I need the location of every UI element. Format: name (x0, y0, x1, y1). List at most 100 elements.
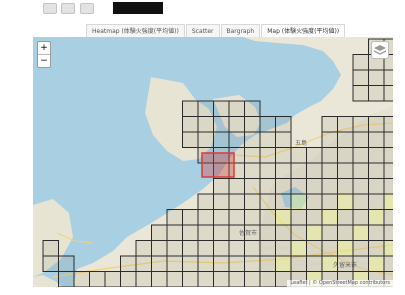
grid-cell[interactable] (275, 193, 292, 210)
grid-cell[interactable] (151, 255, 168, 272)
tab-heatmap[interactable]: Heatmap (体験火強度(平均値)) (86, 24, 185, 37)
grid-cell[interactable] (383, 85, 393, 102)
grid-cell[interactable] (368, 178, 385, 195)
grid-cell[interactable] (182, 224, 199, 241)
grid-cell[interactable] (337, 240, 354, 257)
grid-cell[interactable] (120, 271, 137, 288)
grid-cell[interactable] (228, 193, 245, 210)
grid-cell[interactable] (213, 209, 230, 226)
grid-cell[interactable] (182, 116, 199, 133)
grid-cell[interactable] (166, 240, 183, 257)
grid-cell[interactable] (244, 209, 261, 226)
grid-cell[interactable] (151, 240, 168, 257)
grid-cell[interactable] (306, 240, 323, 257)
grid-cell[interactable] (166, 255, 183, 272)
grid-cell[interactable] (352, 240, 369, 257)
grid-cell[interactable] (368, 162, 385, 179)
grid-cell[interactable] (383, 131, 393, 148)
grid-cell[interactable] (337, 131, 354, 148)
map-canvas[interactable]: 五島 佐賀市 久留米市 (33, 37, 393, 287)
grid-cell[interactable] (383, 162, 393, 179)
grid-cell[interactable] (197, 193, 214, 210)
grid-cell[interactable] (73, 271, 90, 288)
grid-cell[interactable] (368, 116, 385, 133)
grid-cell[interactable] (135, 271, 152, 288)
grid-cell[interactable] (275, 147, 292, 164)
grid-cell[interactable] (275, 162, 292, 179)
grid-cell[interactable] (213, 271, 230, 288)
grid-cell[interactable] (383, 193, 393, 210)
grid-cell[interactable] (182, 100, 199, 117)
grid-cell[interactable] (182, 240, 199, 257)
grid-cell[interactable] (244, 240, 261, 257)
zoom-out-button[interactable]: − (38, 54, 50, 67)
grid-cell[interactable] (352, 116, 369, 133)
grid-cell[interactable] (383, 209, 393, 226)
grid-cell[interactable] (383, 178, 393, 195)
grid-cell[interactable] (89, 271, 106, 288)
grid-cell[interactable] (228, 255, 245, 272)
grid-cell[interactable] (213, 255, 230, 272)
grid-cell[interactable] (259, 147, 276, 164)
grid-cell[interactable] (321, 224, 338, 241)
grid-cell[interactable] (306, 178, 323, 195)
grid-cell[interactable] (275, 131, 292, 148)
grid-cell[interactable] (352, 131, 369, 148)
grid-cell[interactable] (151, 271, 168, 288)
grid-cell[interactable] (228, 116, 245, 133)
map-view[interactable]: 五島 佐賀市 久留米市 + − Leaflet | © OpenStreetMa… (33, 37, 393, 287)
zoom-in-button[interactable]: + (38, 42, 50, 54)
grid-cell[interactable] (197, 116, 214, 133)
grid-cell[interactable] (197, 100, 214, 117)
grid-cell[interactable] (290, 240, 307, 257)
grid-cell[interactable] (352, 69, 369, 86)
grid-cell[interactable] (259, 116, 276, 133)
grid-cell[interactable] (321, 147, 338, 164)
grid-cell[interactable] (259, 255, 276, 272)
grid-cell[interactable] (290, 178, 307, 195)
grid-cell[interactable] (383, 240, 393, 257)
grid-cell[interactable] (166, 209, 183, 226)
grid-cell[interactable] (42, 240, 59, 257)
grid-cell[interactable] (368, 69, 385, 86)
grid-cell[interactable] (275, 240, 292, 257)
grid-cell[interactable] (352, 147, 369, 164)
grid-cell[interactable] (352, 224, 369, 241)
grid-cell[interactable] (337, 224, 354, 241)
grid-cell[interactable] (197, 255, 214, 272)
toolbar-button-2[interactable] (61, 3, 75, 14)
grid-cell[interactable] (259, 240, 276, 257)
grid-cell[interactable] (259, 178, 276, 195)
grid-cell[interactable] (368, 224, 385, 241)
grid-cell[interactable] (368, 85, 385, 102)
grid-cell[interactable] (368, 147, 385, 164)
toolbar-button-1[interactable] (43, 3, 57, 14)
grid-cell[interactable] (290, 209, 307, 226)
grid-cell[interactable] (275, 255, 292, 272)
selected-cell-highlight[interactable] (201, 152, 235, 178)
grid-cell[interactable] (213, 131, 230, 148)
tab-map[interactable]: Map (体験火強度(平均値)) (261, 24, 346, 37)
grid-cell[interactable] (42, 255, 59, 272)
grid-cell[interactable] (275, 224, 292, 241)
grid-cell[interactable] (182, 131, 199, 148)
grid-cell[interactable] (352, 178, 369, 195)
grid-cell[interactable] (259, 209, 276, 226)
grid-cell[interactable] (166, 271, 183, 288)
grid-cell[interactable] (321, 162, 338, 179)
grid-cell[interactable] (135, 255, 152, 272)
grid-cell[interactable] (337, 193, 354, 210)
grid-cell[interactable] (306, 224, 323, 241)
grid-cell[interactable] (244, 100, 261, 117)
grid-cell[interactable] (337, 162, 354, 179)
grid-cell[interactable] (228, 178, 245, 195)
grid-cell[interactable] (383, 116, 393, 133)
grid-cell[interactable] (321, 178, 338, 195)
grid-cell[interactable] (58, 255, 75, 272)
grid-cell[interactable] (368, 255, 385, 272)
grid-cell[interactable] (182, 255, 199, 272)
grid-cell[interactable] (259, 193, 276, 210)
grid-cell[interactable] (213, 116, 230, 133)
grid-cell[interactable] (306, 193, 323, 210)
grid-cell[interactable] (368, 193, 385, 210)
